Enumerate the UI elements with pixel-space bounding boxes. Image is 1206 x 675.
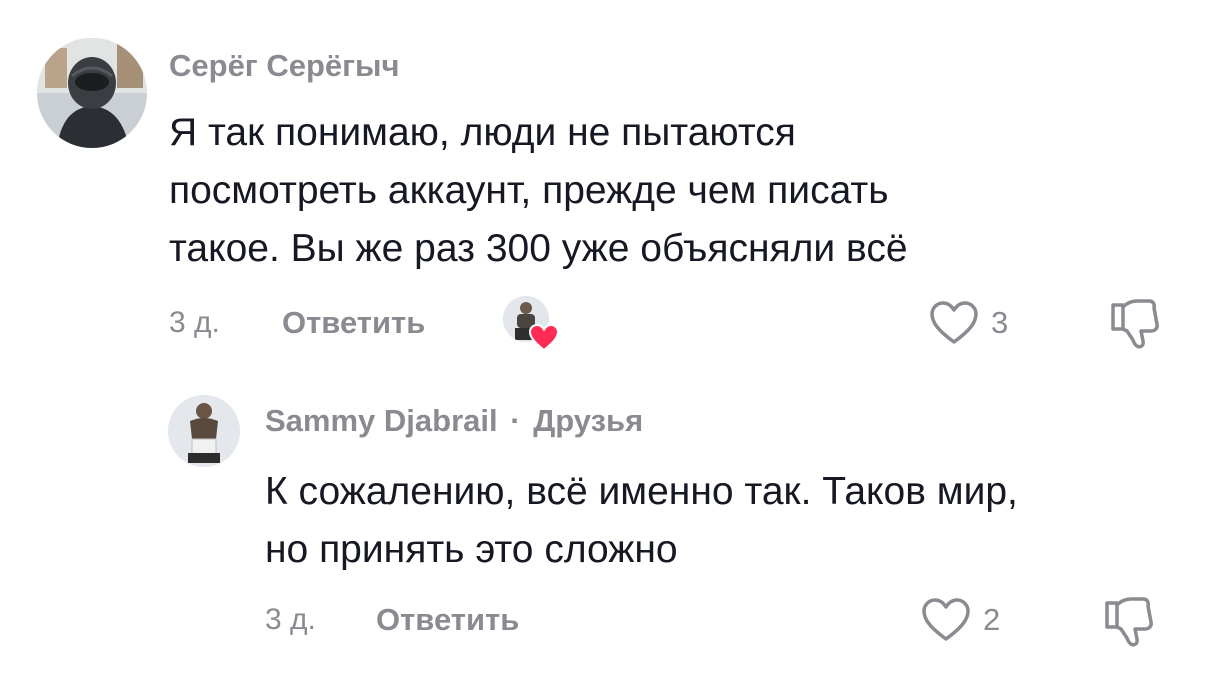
reply-button[interactable]: Ответить (376, 602, 519, 638)
thumbs-down-outline-icon (1111, 299, 1159, 349)
comment-text: К сожалению, всё именно так. Таков мир, … (265, 463, 1018, 579)
comment-timestamp: 3 д. (265, 603, 316, 636)
comment-line: Я так понимаю, люди не пытаются (169, 111, 796, 154)
username-text[interactable]: Sammy Djabrail (265, 403, 498, 438)
thumbs-down-outline-icon (1105, 597, 1153, 647)
comment-timestamp: 3 д. (169, 306, 220, 339)
comment-line: но принять это сложно (265, 528, 678, 571)
like-button[interactable]: 3 (929, 300, 1008, 346)
like-button[interactable]: 2 (921, 597, 1000, 643)
avatar-image (168, 395, 240, 467)
comment-line: такое. Вы же раз 300 уже объясняли всё (169, 227, 908, 270)
comment-text: Я так понимаю, люди не пытаются посмотре… (169, 104, 908, 278)
comment-username[interactable]: Серёг Серёгыч (169, 48, 400, 84)
reply-button[interactable]: Ответить (282, 305, 425, 341)
comment-line: К сожалению, всё именно так. Таков мир, (265, 470, 1018, 513)
avatar[interactable] (168, 395, 240, 467)
heart-outline-icon (922, 598, 970, 641)
dislike-button[interactable] (1103, 595, 1155, 654)
avatar-image (37, 38, 147, 148)
dislike-button[interactable] (1109, 297, 1161, 356)
comment-line: посмотреть аккаунт, прежде чем писать (169, 169, 889, 212)
like-count: 2 (983, 602, 1001, 637)
creator-liked-badge (503, 296, 559, 352)
avatar[interactable] (37, 38, 147, 148)
like-count: 3 (991, 305, 1009, 340)
creator-heart-icon (529, 324, 559, 352)
comment-username[interactable]: Sammy Djabrail · Друзья (265, 403, 643, 439)
relation-badge: Друзья (533, 403, 644, 438)
separator-dot: · (510, 403, 521, 438)
heart-outline-icon (930, 301, 978, 344)
